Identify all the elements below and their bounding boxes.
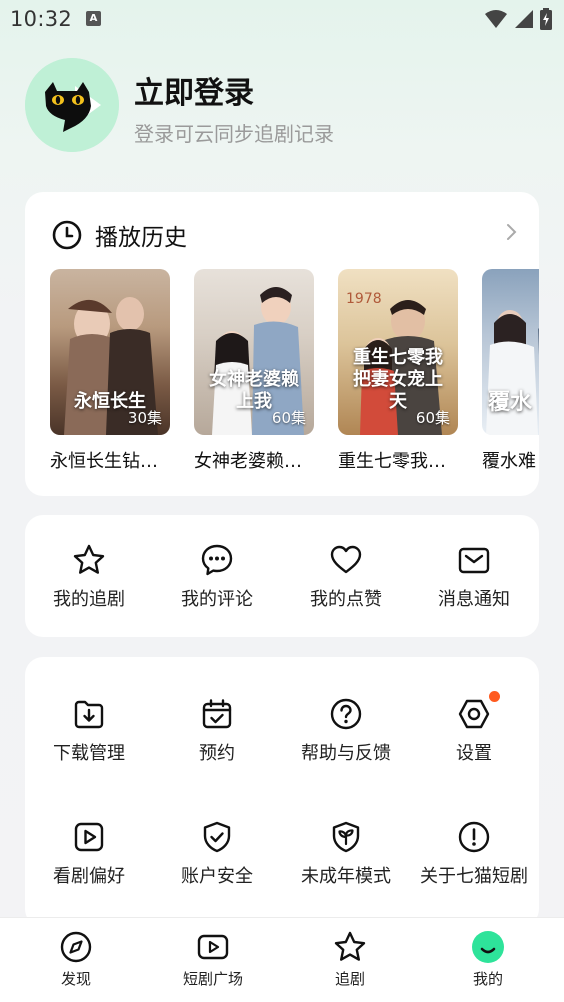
reservation-button[interactable]: 预约 [153, 697, 281, 765]
smile-face-icon [472, 931, 504, 963]
play-square-icon [197, 934, 229, 960]
compass-icon [60, 931, 92, 963]
my-follows-label: 我的追剧 [53, 589, 125, 610]
tools-card: 下载管理 预约 帮助与反馈 设置 看剧偏好 账户安全 未成年模式 关于七猫短剧 [25, 657, 539, 927]
poster-cover: 女神老婆赖上我 60集 [194, 269, 314, 435]
mail-icon [458, 547, 490, 574]
avatar[interactable] [25, 58, 119, 152]
info-icon [458, 821, 490, 853]
login-title[interactable]: 立即登录 [134, 68, 254, 112]
history-item-title: 永恒长生钻… [50, 451, 158, 472]
episode-count: 60集 [271, 409, 306, 427]
poster-cover-text: 重生七零我把妻女宠上天 [353, 347, 443, 412]
download-folder-icon [74, 700, 104, 729]
app-notification-icon: A [86, 11, 101, 26]
poster-cover-text: 覆水 [488, 389, 533, 415]
reservation-label: 预约 [199, 743, 235, 764]
status-bar: 10:32 A [0, 0, 564, 38]
status-time: 10:32 [10, 7, 73, 31]
signal-icon [515, 10, 533, 28]
tab-discover-label: 发现 [60, 970, 91, 988]
settings-button[interactable]: 设置 [410, 697, 538, 765]
chevron-right-icon[interactable] [505, 222, 519, 242]
settings-badge [489, 691, 500, 702]
notifications-label: 消息通知 [438, 589, 510, 610]
poster-cover: 永恒长生 30集 [50, 269, 170, 435]
my-comments-label: 我的评论 [181, 589, 253, 610]
account-security-button[interactable]: 账户安全 [153, 820, 281, 888]
notifications-button[interactable]: 消息通知 [410, 543, 538, 611]
tab-mine-label: 我的 [472, 970, 503, 988]
my-likes-label: 我的点赞 [310, 589, 382, 610]
about-label: 关于七猫短剧 [420, 866, 528, 887]
tab-following[interactable]: 追剧 [295, 930, 405, 989]
play-history-title: 播放历史 [95, 225, 187, 251]
tab-following-label: 追剧 [334, 970, 365, 988]
svg-text:1978: 1978 [346, 291, 382, 307]
play-history-card: 播放历史 永恒长生 30集 永恒长生钻… 女神老婆赖上我 60集 女神老婆赖… … [25, 192, 539, 496]
episode-count: 30集 [127, 409, 162, 427]
episode-count: 60集 [415, 409, 450, 427]
history-item[interactable]: 永恒长生 30集 永恒长生钻… [50, 269, 170, 473]
history-item-title: 女神老婆赖… [194, 451, 302, 472]
minor-mode-button[interactable]: 未成年模式 [282, 820, 410, 888]
black-cat-play-logo [25, 58, 119, 152]
bottom-nav: 发现 短剧广场 追剧 我的 [0, 917, 564, 1002]
my-likes-button[interactable]: 我的点赞 [282, 543, 410, 611]
account-security-label: 账户安全 [181, 866, 253, 887]
sprout-shield-icon [332, 821, 360, 853]
history-item[interactable]: 女神老婆赖上我 60集 女神老婆赖… [194, 269, 314, 473]
shield-check-icon [203, 821, 231, 853]
star-outline-icon [334, 931, 366, 961]
tab-mine[interactable]: 我的 [433, 930, 543, 989]
history-item-title: 覆水难 [482, 451, 536, 472]
download-manager-label: 下载管理 [53, 743, 125, 764]
battery-charging-icon [540, 8, 552, 30]
settings-hex-icon [458, 699, 490, 729]
status-icons [484, 8, 552, 30]
history-item[interactable]: 1978 重生七零我把妻女宠上天 60集 重生七零我… [338, 269, 458, 473]
poster-cover: 1978 重生七零我把妻女宠上天 60集 [338, 269, 458, 435]
my-comments-button[interactable]: 我的评论 [153, 543, 281, 611]
settings-label: 设置 [456, 743, 492, 764]
help-feedback-button[interactable]: 帮助与反馈 [282, 697, 410, 765]
tab-discover[interactable]: 发现 [21, 930, 131, 989]
wifi-icon [485, 10, 507, 28]
my-follows-button[interactable]: 我的追剧 [25, 543, 153, 611]
calendar-check-icon [202, 699, 232, 729]
history-item-title: 重生七零我… [338, 451, 446, 472]
help-feedback-label: 帮助与反馈 [301, 743, 391, 764]
quick-actions-card: 我的追剧 我的评论 我的点赞 消息通知 [25, 515, 539, 637]
heart-icon [330, 545, 362, 574]
comment-icon [201, 544, 233, 576]
star-icon [73, 544, 105, 574]
history-list: 永恒长生 30集 永恒长生钻… 女神老婆赖上我 60集 女神老婆赖… 1978 … [50, 269, 539, 479]
viewing-preference-button[interactable]: 看剧偏好 [25, 820, 153, 888]
help-icon [330, 698, 362, 730]
tab-drama-square[interactable]: 短剧广场 [158, 930, 268, 989]
minor-mode-label: 未成年模式 [301, 866, 391, 887]
viewing-preference-label: 看剧偏好 [53, 866, 125, 887]
download-manager-button[interactable]: 下载管理 [25, 697, 153, 765]
login-subtitle: 登录可云同步追剧记录 [134, 122, 334, 146]
tab-drama-square-label: 短剧广场 [182, 970, 243, 988]
clock-icon [52, 220, 82, 250]
poster-cover: 覆水 [482, 269, 539, 435]
about-button[interactable]: 关于七猫短剧 [410, 820, 538, 888]
history-item[interactable]: 覆水 覆水难 [482, 269, 539, 473]
play-preference-icon [74, 822, 104, 852]
play-history-header[interactable]: 播放历史 [51, 218, 187, 252]
